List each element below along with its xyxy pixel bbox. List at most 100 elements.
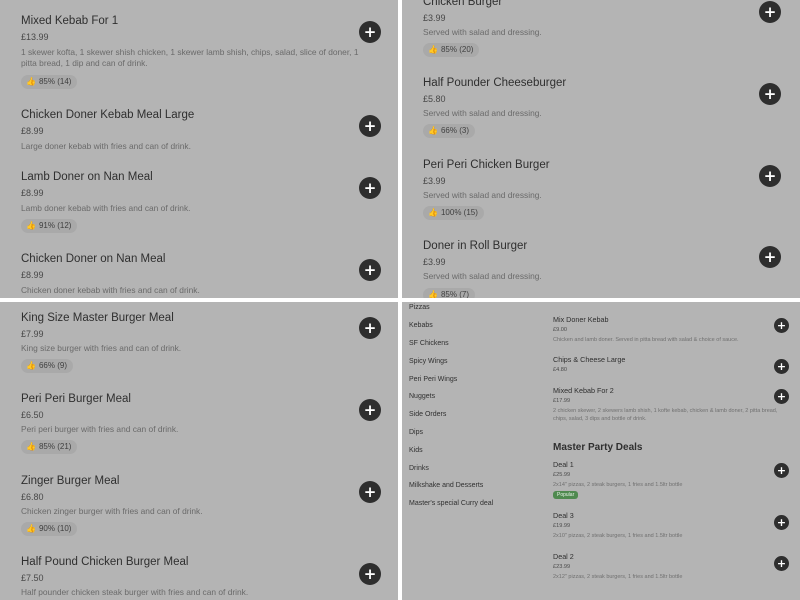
section-title: Master Party Deals [553, 442, 643, 453]
rating-text: 100% (15) [440, 208, 478, 217]
item-name: Lamb Doner on Nan Meal [21, 171, 153, 183]
rating-badge: 👍 91% (12) [21, 219, 78, 233]
item-description: Large doner kebab with fries and can of … [21, 141, 191, 151]
deal-price: £25.99 [553, 472, 571, 478]
item-description: Served with salad and dressing. [423, 271, 542, 281]
popular-badge: Popular [553, 491, 579, 499]
category-link-side-orders[interactable]: Side Orders [409, 411, 446, 418]
item-price: £3.99 [423, 176, 446, 186]
rating-badge: 👍 85% (21) [21, 440, 78, 454]
category-link-peri-peri-wings[interactable]: Peri Peri Wings [409, 376, 457, 383]
item-price: £6.80 [21, 492, 44, 502]
item-price: £3.99 [423, 13, 446, 23]
thumbs-up-icon: 👍 [428, 126, 438, 135]
rating-badge: 👍 66% (9) [21, 359, 73, 373]
add-item-button[interactable]: + [759, 165, 781, 187]
add-item-button[interactable]: + [774, 463, 789, 478]
item-description: Peri peri burger with fries and can of d… [21, 424, 179, 434]
item-price: £9.00 [553, 327, 567, 333]
deal-price: £23.99 [553, 564, 571, 570]
deal-name: Deal 2 [553, 552, 574, 561]
item-description: Chicken doner kebab with fries and can o… [21, 285, 200, 295]
item-price: £17.99 [553, 398, 571, 404]
category-link-kids[interactable]: Kids [409, 447, 423, 454]
add-item-button[interactable]: + [359, 21, 381, 43]
add-item-button[interactable]: + [359, 115, 381, 137]
add-item-button[interactable]: + [359, 563, 381, 585]
add-item-button[interactable]: + [774, 556, 789, 571]
rating-badge: 👍 100% (15) [423, 206, 484, 220]
item-name: Peri Peri Burger Meal [21, 393, 131, 405]
item-description: Served with salad and dressing. [423, 190, 542, 200]
item-price: £13.99 [21, 32, 49, 42]
thumbs-up-icon: 👍 [26, 221, 36, 230]
item-name: Chips & Cheese Large [553, 355, 626, 364]
thumbs-up-icon: 👍 [428, 45, 438, 54]
rating-badge: 👍 66% (3) [423, 124, 475, 138]
category-link-drinks[interactable]: Drinks [409, 465, 429, 472]
category-link-dips[interactable]: Dips [409, 429, 423, 436]
thumbs-up-icon: 👍 [26, 77, 36, 86]
rating-badge: 👍 85% (7) [423, 288, 475, 298]
item-description: Chicken zinger burger with fries and can… [21, 506, 203, 516]
rating-text: 91% (12) [38, 221, 72, 230]
rating-badge: 👍 90% (10) [21, 522, 78, 536]
item-name: Half Pounder Cheeseburger [423, 77, 567, 89]
item-name: Chicken Burger [423, 0, 503, 8]
category-link-curry-deal[interactable]: Master's special Curry deal [409, 500, 493, 507]
item-name: Half Pound Chicken Burger Meal [21, 556, 189, 568]
add-item-button[interactable]: + [359, 481, 381, 503]
rating-text: 85% (14) [38, 77, 72, 86]
item-description: 2 chicken skewer, 2 skewers lamb shish, … [553, 408, 778, 422]
deal-price: £19.99 [553, 523, 571, 529]
item-name: King Size Master Burger Meal [21, 312, 174, 324]
item-name: Peri Peri Chicken Burger [423, 159, 550, 171]
add-item-button[interactable]: + [359, 317, 381, 339]
thumbs-up-icon: 👍 [26, 442, 36, 451]
item-name: Mixed Kebab For 2 [553, 386, 614, 395]
item-price: £8.99 [21, 188, 44, 198]
item-price: £5.80 [423, 94, 446, 104]
category-link-spicy-wings[interactable]: Spicy Wings [409, 358, 448, 365]
thumbs-up-icon: 👍 [428, 290, 438, 298]
add-item-button[interactable]: + [759, 246, 781, 268]
add-item-button[interactable]: + [774, 389, 789, 404]
add-item-button[interactable]: + [774, 515, 789, 530]
deal-description: 2x12" pizzas, 2 steak burgers, 1 fries a… [553, 574, 683, 580]
deal-name: Deal 3 [553, 511, 574, 520]
add-item-button[interactable]: + [359, 177, 381, 199]
rating-text: 85% (20) [440, 45, 474, 54]
item-name: Chicken Doner Kebab Meal Large [21, 109, 195, 121]
menu-panel-bottom-right: Pizzas Kebabs SF Chickens Spicy Wings Pe… [402, 302, 800, 600]
item-price: £8.99 [21, 126, 44, 136]
thumbs-up-icon: 👍 [428, 208, 438, 217]
item-price: £7.50 [21, 573, 44, 583]
rating-text: 66% (3) [440, 126, 469, 135]
item-name: Zinger Burger Meal [21, 475, 120, 487]
category-link-pizzas[interactable]: Pizzas [409, 304, 430, 311]
item-description: Served with salad and dressing. [423, 108, 542, 118]
item-price: £6.50 [21, 410, 44, 420]
item-description: Chicken and lamb doner. Served in pitta … [553, 337, 739, 343]
add-item-button[interactable]: + [759, 1, 781, 23]
item-price: £8.99 [21, 270, 44, 280]
category-link-kebabs[interactable]: Kebabs [409, 322, 433, 329]
item-description: Half pounder chicken steak burger with f… [21, 587, 249, 597]
category-link-milkshake-desserts[interactable]: Milkshake and Desserts [409, 482, 483, 489]
item-description: 1 skewer kofta, 1 skewer shish chicken, … [21, 47, 359, 68]
deal-description: 2x10" pizzas, 2 steak burgers, 1 fries a… [553, 533, 683, 539]
add-item-button[interactable]: + [759, 83, 781, 105]
add-item-button[interactable]: + [774, 359, 789, 374]
category-link-sf-chickens[interactable]: SF Chickens [409, 340, 449, 347]
add-item-button[interactable]: + [359, 259, 381, 281]
menu-panel-bottom-left: King Size Master Burger Meal £7.99 King … [0, 302, 398, 600]
thumbs-up-icon: 👍 [26, 361, 36, 370]
item-description: Lamb doner kebab with fries and can of d… [21, 203, 191, 213]
deal-name: Deal 1 [553, 460, 574, 469]
category-link-nuggets[interactable]: Nuggets [409, 393, 435, 400]
deal-description: 2x14" pizzas, 2 steak burgers, 1 fries a… [553, 482, 683, 488]
rating-text: 90% (10) [38, 524, 72, 533]
menu-panel-top-left: Mixed Kebab For 1 £13.99 1 skewer kofta,… [0, 0, 398, 298]
add-item-button[interactable]: + [774, 318, 789, 333]
add-item-button[interactable]: + [359, 399, 381, 421]
